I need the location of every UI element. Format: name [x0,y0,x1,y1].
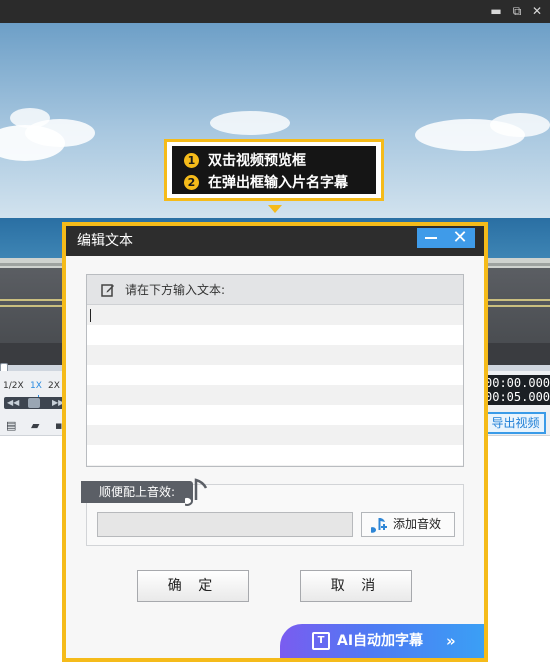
step-text: 双击视频预览框 [208,153,306,169]
edit-text-dialog: 编辑文本 ✕ 请在下方输入文本: 顺便配上音效: 添加音效 确 定 取 消 T … [66,226,484,658]
minimize-icon[interactable] [425,237,437,239]
instruction-callout: 1 双击视频预览框 2 在弹出框输入片名字幕 [164,139,384,201]
step-number-badge: 1 [184,153,199,168]
text-input-header: 请在下方输入文本: [87,275,463,305]
subtitle-textarea[interactable] [87,305,463,466]
total-time: 00:05.000 [485,390,550,404]
sound-effect-label: 顺便配上音效: [81,481,193,503]
add-sound-label: 添加音效 [393,517,442,531]
edit-icon [101,284,114,297]
callout-pointer [268,205,282,213]
time-display: 00:00.000 00:05.000 [485,375,550,405]
add-sound-effect-button[interactable]: 添加音效 [361,512,455,537]
ai-subtitle-label: AI自动加字幕 [337,633,424,649]
ok-button[interactable]: 确 定 [137,570,249,602]
open-folder-icon[interactable]: ▰ [31,420,44,431]
subtitle-icon: T [312,632,330,650]
music-note-icon [185,478,208,506]
speed-half-option[interactable]: 1/2X [3,381,24,391]
dialog-window-buttons: ✕ [417,228,475,248]
text-input-area[interactable]: 请在下方输入文本: [86,274,464,467]
add-sound-icon [371,518,387,533]
text-caret [90,309,91,322]
step-text: 在弹出框输入片名字幕 [208,175,348,191]
rewind-icon[interactable]: ◀◀ [7,397,19,409]
step-number-badge: 2 [184,175,199,190]
callout-body: 1 双击视频预览框 2 在弹出框输入片名字幕 [172,146,376,194]
current-time: 00:00.000 [485,376,550,390]
sound-effect-panel: 顺便配上音效: 添加音效 [81,478,464,546]
dialog-title: 编辑文本 [77,233,133,249]
close-window-icon[interactable]: ✕ [528,3,546,19]
double-chevron-right-icon: » [446,632,456,650]
video-settings-icon[interactable]: ▤ [6,420,19,431]
minimize-icon[interactable]: ▬ [487,3,505,19]
cancel-button[interactable]: 取 消 [300,570,412,602]
speed-2x-option[interactable]: 2X [48,381,60,391]
ai-auto-subtitle-button[interactable]: T AI自动加字幕 » [280,624,484,658]
sound-effect-field[interactable] [97,512,353,537]
close-icon[interactable]: ✕ [451,228,469,248]
speed-slider-handle[interactable] [28,398,40,408]
speed-slider[interactable]: ◀◀ ▶▶ [4,397,64,409]
speed-1x-option[interactable]: 1X [30,381,42,391]
dialog-title-bar[interactable]: 编辑文本 ✕ [66,226,484,256]
title-bar: ▬ ⧉ ✕ [0,0,550,23]
maximize-icon[interactable]: ⧉ [508,3,526,19]
export-video-button[interactable]: 导出视频 [485,412,546,434]
text-input-prompt: 请在下方输入文本: [125,283,226,297]
